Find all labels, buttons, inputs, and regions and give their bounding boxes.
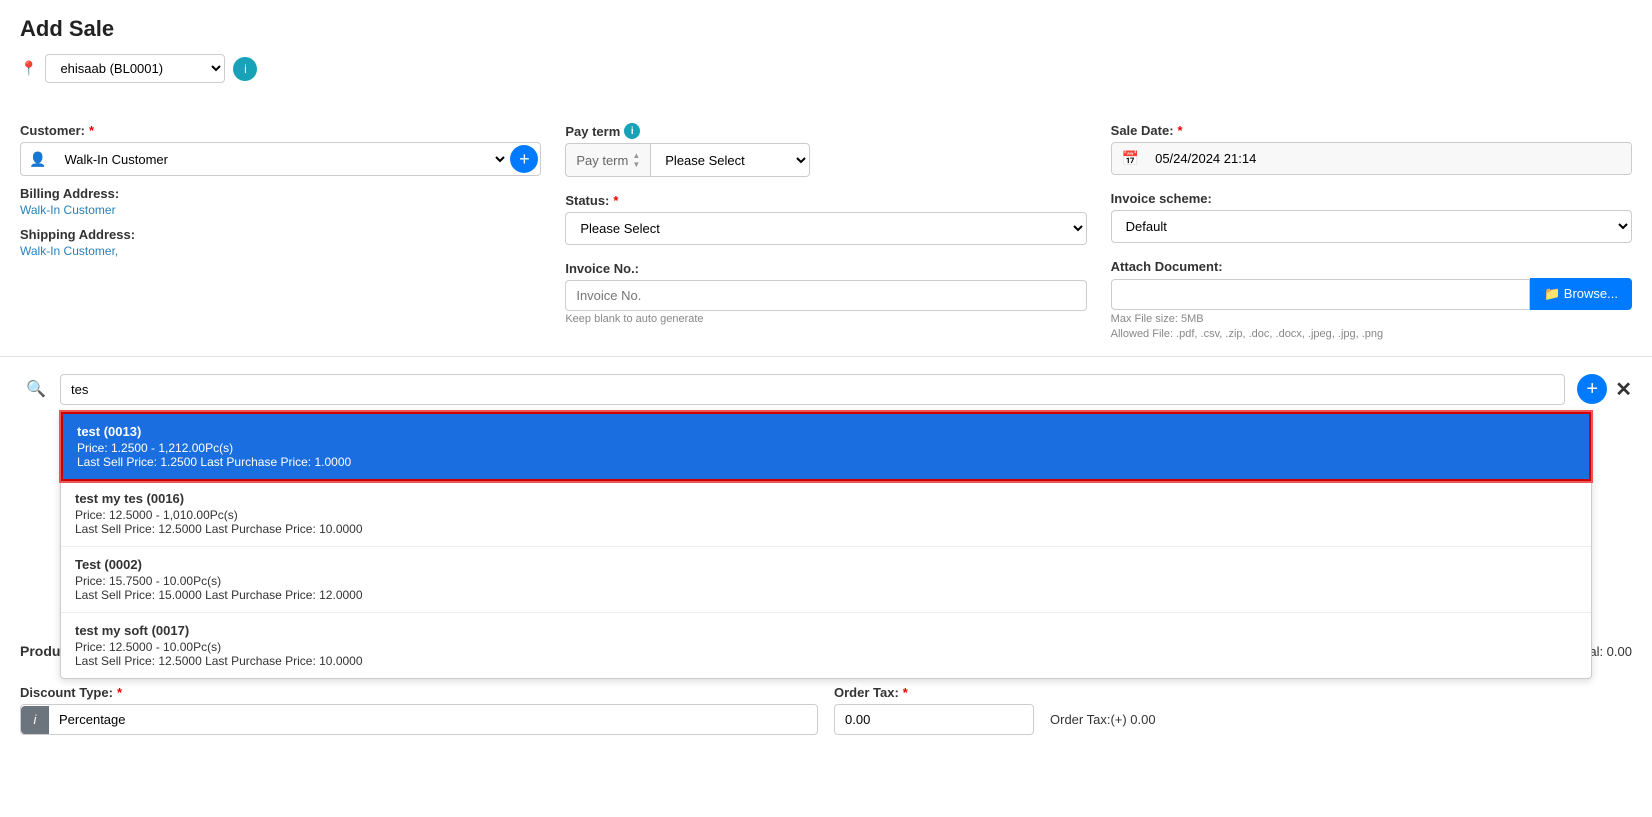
billing-address-label: Billing Address: xyxy=(20,186,541,201)
discount-type-required: * xyxy=(117,685,122,700)
allowed-file-types: Allowed File: .pdf, .csv, .zip, .doc, .d… xyxy=(1111,328,1632,340)
pay-term-group: Pay term i Pay term ▲▼ Please Select xyxy=(565,123,1086,177)
status-required: * xyxy=(613,193,618,208)
shipping-address-value: Walk-In Customer, xyxy=(20,244,541,258)
search-icon-btn[interactable]: 🔍 xyxy=(20,373,52,405)
billing-address-value: Walk-In Customer xyxy=(20,203,541,217)
attach-document-wrapper: 📁 Browse... xyxy=(1111,278,1632,310)
order-tax-input[interactable] xyxy=(834,704,1034,735)
page-title: Add Sale xyxy=(20,16,1632,42)
discount-type-wrapper: i xyxy=(20,704,818,735)
dropdown-item-1[interactable]: test my tes (0016) Price: 12.5000 - 1,01… xyxy=(61,481,1591,547)
right-column: Sale Date: * 📅 Invoice scheme: Default xyxy=(1111,123,1632,340)
order-tax-required: * xyxy=(903,685,908,700)
pay-term-label-box: Pay term ▲▼ xyxy=(565,143,650,177)
branch-selector: 📍 ehisaab (BL0001) i xyxy=(20,54,1632,83)
customer-select[interactable]: Walk-In Customer xyxy=(54,144,508,175)
shipping-address-label: Shipping Address: xyxy=(20,227,541,242)
browse-button[interactable]: 📁 Browse... xyxy=(1530,278,1632,310)
invoice-no-input[interactable] xyxy=(565,280,1086,311)
product-search-area: 🔍 + ✕ test (0013) Price: 1.2500 - 1,212.… xyxy=(20,373,1632,405)
item-1-price: Price: 12.5000 - 1,010.00Pc(s) xyxy=(75,508,1577,522)
bottom-fields: Discount Type: * i Order Tax: * Order Ta… xyxy=(20,685,1632,735)
item-3-price: Price: 12.5000 - 10.00Pc(s) xyxy=(75,640,1577,654)
item-1-name: test my tes (0016) xyxy=(75,491,1577,506)
item-2-name: Test (0002) xyxy=(75,557,1577,572)
pin-icon: 📍 xyxy=(20,60,37,77)
billing-address-group: Billing Address: Walk-In Customer xyxy=(20,186,541,217)
status-group: Status: * Please Select xyxy=(565,193,1086,245)
discount-type-group: Discount Type: * i xyxy=(20,685,818,735)
item-3-name: test my soft (0017) xyxy=(75,623,1577,638)
product-search-input[interactable] xyxy=(60,374,1565,405)
status-select[interactable]: Please Select xyxy=(565,212,1086,245)
item-3-last: Last Sell Price: 12.5000 Last Purchase P… xyxy=(75,654,1577,668)
calendar-icon: 📅 xyxy=(1112,143,1149,174)
invoice-no-label: Invoice No.: xyxy=(565,261,1086,276)
item-0-name: test (0013) xyxy=(77,424,1575,439)
item-0-last: Last Sell Price: 1.2500 Last Purchase Pr… xyxy=(77,455,1575,469)
form-section: Customer: * 👤 Walk-In Customer + Billing… xyxy=(0,107,1652,357)
customer-person-icon: 👤 xyxy=(21,151,54,168)
dropdown-item-2[interactable]: Test (0002) Price: 15.7500 - 10.00Pc(s) … xyxy=(61,547,1591,613)
discount-i-icon: i xyxy=(21,706,49,734)
pay-term-input-row: Pay term ▲▼ Please Select xyxy=(565,143,1086,177)
order-tax-label: Order Tax: * xyxy=(834,685,1632,700)
dropdown-item-3[interactable]: test my soft (0017) Price: 12.5000 - 10.… xyxy=(61,613,1591,678)
sale-date-group: Sale Date: * 📅 xyxy=(1111,123,1632,175)
item-0-price: Price: 1.2500 - 1,212.00Pc(s) xyxy=(77,441,1575,455)
max-file-size: Max File size: 5MB xyxy=(1111,313,1632,325)
customer-group: Customer: * 👤 Walk-In Customer + Billing… xyxy=(20,123,541,340)
order-tax-group: Order Tax: * Order Tax:(+) 0.00 xyxy=(834,685,1632,735)
search-bar-row: 🔍 + ✕ xyxy=(20,373,1632,405)
attach-document-group: Attach Document: 📁 Browse... Max File si… xyxy=(1111,259,1632,340)
invoice-no-group: Invoice No.: Keep blank to auto generate xyxy=(565,261,1086,325)
invoice-hint: Keep blank to auto generate xyxy=(565,313,1086,325)
page-header: Add Sale 📍 ehisaab (BL0001) i xyxy=(0,0,1652,107)
customer-required: * xyxy=(89,123,94,138)
search-icon: 🔍 xyxy=(26,379,46,399)
sale-date-wrapper: 📅 xyxy=(1111,142,1632,175)
attach-document-input[interactable] xyxy=(1111,279,1530,310)
branch-dropdown[interactable]: ehisaab (BL0001) xyxy=(45,54,225,83)
page-wrapper: Add Sale 📍 ehisaab (BL0001) i Customer: … xyxy=(0,0,1652,817)
shipping-address-group: Shipping Address: Walk-In Customer, xyxy=(20,227,541,258)
product-dropdown-list: test (0013) Price: 1.2500 - 1,212.00Pc(s… xyxy=(60,411,1592,679)
invoice-scheme-label: Invoice scheme: xyxy=(1111,191,1632,206)
pay-term-label: Pay term i xyxy=(565,123,1086,139)
invoice-scheme-group: Invoice scheme: Default xyxy=(1111,191,1632,243)
invoice-scheme-select[interactable]: Default xyxy=(1111,210,1632,243)
pay-term-select[interactable]: Please Select xyxy=(650,143,810,177)
sale-date-input[interactable] xyxy=(1149,144,1631,173)
attach-document-label: Attach Document: xyxy=(1111,259,1632,274)
lower-section: 🔍 + ✕ test (0013) Price: 1.2500 - 1,212.… xyxy=(0,357,1652,751)
sale-date-required: * xyxy=(1178,123,1183,138)
pay-term-info-icon[interactable]: i xyxy=(624,123,640,139)
discount-type-input[interactable] xyxy=(49,705,817,734)
customer-input-wrapper: 👤 Walk-In Customer + xyxy=(20,142,541,176)
item-1-last: Last Sell Price: 12.5000 Last Purchase P… xyxy=(75,522,1577,536)
order-tax-right-label: Order Tax:(+) 0.00 xyxy=(1050,712,1156,727)
customer-label: Customer: * xyxy=(20,123,541,138)
dropdown-item-0[interactable]: test (0013) Price: 1.2500 - 1,212.00Pc(s… xyxy=(61,412,1591,481)
close-button[interactable]: ✕ xyxy=(1615,377,1632,402)
order-tax-row: Order Tax:(+) 0.00 xyxy=(834,704,1632,735)
add-customer-button[interactable]: + xyxy=(510,145,538,173)
status-label: Status: * xyxy=(565,193,1086,208)
middle-column: Pay term i Pay term ▲▼ Please Select xyxy=(565,123,1086,340)
item-2-price: Price: 15.7500 - 10.00Pc(s) xyxy=(75,574,1577,588)
pay-term-arrows: ▲▼ xyxy=(632,151,640,169)
discount-type-label: Discount Type: * xyxy=(20,685,818,700)
item-2-last: Last Sell Price: 15.0000 Last Purchase P… xyxy=(75,588,1577,602)
add-product-button[interactable]: + xyxy=(1577,374,1607,404)
folder-icon: 📁 xyxy=(1544,286,1560,301)
sale-date-label: Sale Date: * xyxy=(1111,123,1632,138)
branch-info-button[interactable]: i xyxy=(233,57,257,81)
